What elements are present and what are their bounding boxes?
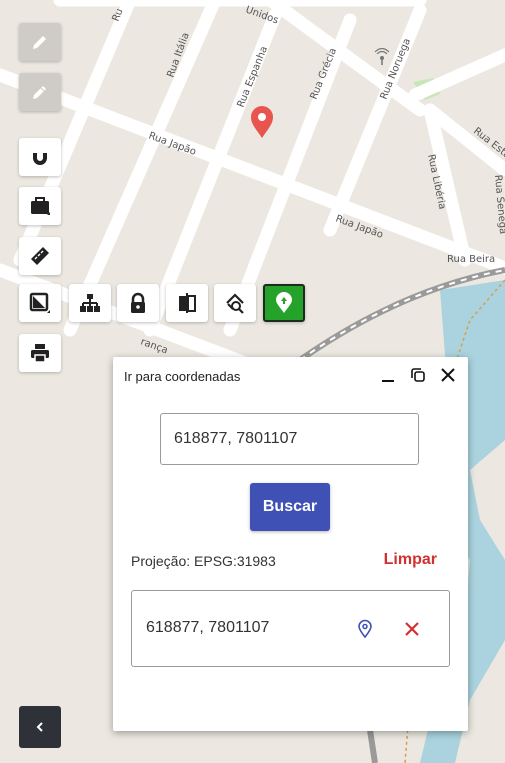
hierarchy-button[interactable]	[69, 284, 111, 322]
close-icon	[441, 368, 455, 382]
dialog-controls	[378, 365, 458, 385]
locate-result-button[interactable]	[356, 619, 374, 639]
street-label: Rua Beira	[447, 254, 495, 265]
antenna-icon	[374, 47, 390, 65]
dialog-title: Ir para coordenadas	[124, 369, 241, 384]
close-icon	[405, 622, 419, 636]
lock-button[interactable]	[117, 284, 159, 322]
street-label: rança	[139, 336, 169, 356]
projection-label: Projeção: EPSG:31983	[131, 553, 276, 569]
chevron-left-icon	[36, 722, 43, 732]
zoom-area-button[interactable]	[214, 284, 256, 322]
lock-icon	[131, 292, 145, 313]
tools-button[interactable]	[19, 187, 61, 225]
restore-button[interactable]	[408, 365, 428, 385]
result-coordinates: 618877, 7801107	[146, 619, 270, 636]
pencil-icon	[33, 36, 46, 49]
search-button[interactable]: Buscar	[250, 483, 330, 531]
streets	[0, 0, 505, 387]
close-button[interactable]	[438, 365, 458, 385]
print-icon	[31, 344, 49, 363]
layers-icon	[29, 292, 50, 313]
minimize-icon	[382, 380, 394, 382]
compare-icon	[179, 293, 196, 313]
go-to-coordinates-button[interactable]	[263, 284, 305, 322]
zoom-area-icon	[226, 293, 244, 314]
minimize-button[interactable]	[378, 365, 398, 385]
briefcase-icon	[31, 197, 50, 215]
map-marker-icon[interactable]	[251, 106, 273, 138]
layers-button[interactable]	[19, 284, 61, 322]
result-item: 618877, 7801107	[131, 590, 450, 667]
measure-button[interactable]	[19, 237, 61, 275]
ruler-icon	[31, 247, 49, 265]
map-pin-outline-icon	[358, 619, 372, 639]
pencil-edit-icon	[33, 86, 46, 99]
location-pin-icon	[276, 292, 292, 313]
edit-button[interactable]	[19, 73, 61, 111]
compare-button[interactable]	[166, 284, 208, 322]
collapse-panel-button[interactable]	[19, 706, 61, 748]
street-label: Rua Senega	[492, 174, 505, 234]
print-button[interactable]	[19, 334, 61, 372]
restore-icon	[411, 368, 425, 382]
remove-result-button[interactable]	[402, 619, 422, 639]
go-to-coordinates-dialog: Ir para coordenadas Buscar Projeção: EPS…	[113, 357, 468, 731]
draw-button[interactable]	[19, 23, 61, 61]
snap-button[interactable]	[19, 138, 61, 176]
hierarchy-icon	[80, 294, 100, 312]
clear-button[interactable]: Limpar	[384, 551, 437, 569]
coordinate-input[interactable]	[160, 413, 419, 465]
magnet-icon	[33, 150, 47, 165]
